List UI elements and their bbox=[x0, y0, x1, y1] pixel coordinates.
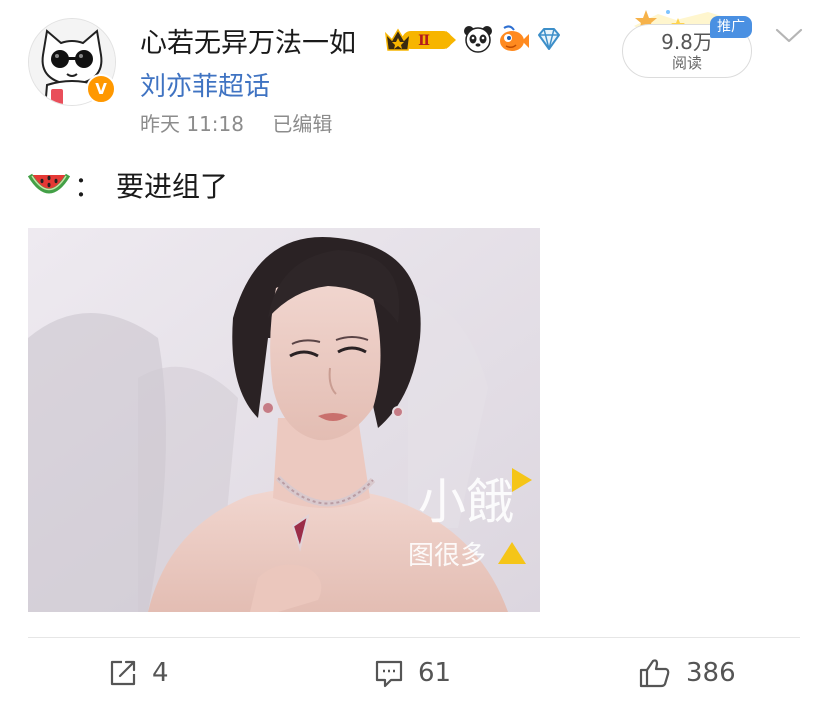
comment-icon bbox=[375, 660, 403, 688]
chevron-down-icon[interactable] bbox=[774, 24, 804, 46]
user-badges: Ⅱ bbox=[384, 22, 564, 56]
action-divider bbox=[28, 637, 800, 638]
level-badge-text: Ⅱ bbox=[418, 33, 430, 49]
fish-badge-icon[interactable] bbox=[498, 24, 530, 54]
portrait-photo: 小餓 图很多 bbox=[28, 228, 540, 612]
post-image[interactable]: 小餓 图很多 bbox=[28, 228, 540, 612]
post-text: ： 要进组了 bbox=[28, 165, 228, 205]
repost-button[interactable]: 4 bbox=[108, 650, 169, 696]
comment-button[interactable]: 61 bbox=[374, 650, 451, 696]
post-meta: 昨天 11:18 已编辑 bbox=[140, 108, 332, 137]
edited-label[interactable]: 已编辑 bbox=[272, 112, 332, 136]
post-colon: ： bbox=[74, 170, 103, 203]
like-count: 386 bbox=[686, 658, 736, 688]
diamond-badge-icon[interactable] bbox=[534, 24, 564, 54]
read-count-label: 阅读 bbox=[671, 54, 702, 72]
promo-button[interactable]: 推广 bbox=[710, 16, 752, 38]
repost-icon bbox=[110, 660, 136, 686]
panda-badge-icon[interactable] bbox=[462, 24, 494, 54]
verified-badge: V bbox=[86, 74, 116, 104]
post-time: 昨天 11:18 bbox=[140, 112, 244, 136]
post-body: 要进组了 bbox=[116, 170, 229, 203]
watermelon-icon bbox=[28, 173, 70, 194]
watermark-main: 小餓 bbox=[418, 474, 514, 530]
supertopic-link[interactable]: 刘亦菲超话 bbox=[140, 66, 270, 103]
crown-level-badge-icon[interactable]: Ⅱ bbox=[384, 24, 458, 54]
watermark-sub: 图很多 bbox=[408, 541, 486, 571]
comment-count: 61 bbox=[418, 658, 452, 688]
like-button[interactable]: 386 bbox=[638, 650, 736, 696]
username[interactable]: 心若无异万法一如 bbox=[140, 21, 356, 60]
repost-count: 4 bbox=[152, 658, 169, 688]
thumbs-up-icon bbox=[639, 659, 670, 688]
